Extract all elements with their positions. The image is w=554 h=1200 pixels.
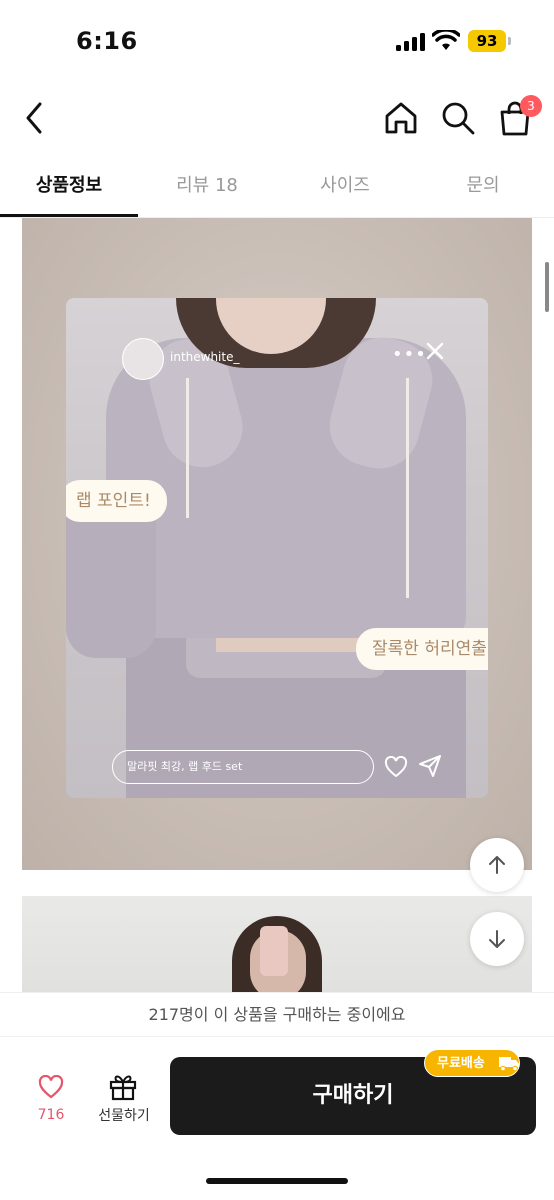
more-icon: ••• <box>392 344 427 365</box>
speech-bubble-wrap-point: 랩 포인트! <box>66 480 167 522</box>
instagram-story-capture: inthewhite_ ••• 랩 포인트! 잘록한 허리연출! 말라핏 최강,… <box>66 298 488 798</box>
scroll-up-button[interactable] <box>470 838 524 892</box>
story-username: inthewhite_ <box>170 350 240 364</box>
speech-bubble-waist: 잘록한 허리연출! <box>356 628 488 670</box>
scroll-down-button[interactable] <box>470 912 524 966</box>
arrow-up-icon <box>489 856 505 874</box>
story-message-field: 말라핏 최강, 랩 후드 set <box>112 750 374 784</box>
gift-label[interactable]: 선물하기 <box>90 1105 158 1125</box>
cart-count-badge: 3 <box>520 95 542 117</box>
purchase-notice: 217명이 이 상품을 구매하는 중이에요 <box>0 992 554 1036</box>
signal-icon <box>396 33 426 51</box>
product-image-1: inthewhite_ ••• 랩 포인트! 잘록한 허리연출! 말라핏 최강,… <box>22 218 532 870</box>
tab-size[interactable]: 사이즈 <box>276 156 414 218</box>
send-icon <box>419 755 441 777</box>
heart-icon <box>384 756 408 778</box>
like-count: 716 <box>37 1107 65 1123</box>
arrow-down-icon <box>489 930 505 948</box>
tab-inquiry[interactable]: 문의 <box>414 156 552 218</box>
battery-tip <box>508 37 511 45</box>
heart-icon[interactable] <box>38 1075 64 1099</box>
battery-level: 93 <box>468 30 506 52</box>
top-nav <box>0 80 554 156</box>
status-bar: 6:16 93 <box>0 0 554 80</box>
story-avatar <box>122 338 164 380</box>
tab-reviews[interactable]: 리뷰 18 <box>138 156 276 218</box>
scrollbar[interactable] <box>545 262 549 312</box>
home-indicator <box>206 1178 348 1184</box>
phone-shape <box>260 926 288 976</box>
home-icon[interactable] <box>382 100 420 136</box>
search-icon[interactable] <box>440 100 476 136</box>
drawstring-left <box>186 378 189 518</box>
wifi-icon <box>432 30 460 50</box>
gift-icon[interactable] <box>108 1071 138 1101</box>
drawstring-right <box>406 378 409 598</box>
active-tab-indicator <box>0 214 138 217</box>
waist-shape <box>216 638 376 652</box>
back-icon[interactable] <box>18 98 52 138</box>
status-time: 6:16 <box>76 27 138 55</box>
product-tabs: 상품정보 리뷰 18 사이즈 문의 <box>0 156 554 218</box>
tab-product-info[interactable]: 상품정보 <box>0 156 138 218</box>
product-image-2 <box>22 896 532 993</box>
truck-icon <box>499 1057 519 1072</box>
product-detail-content[interactable]: inthewhite_ ••• 랩 포인트! 잘록한 허리연출! 말라핏 최강,… <box>0 218 554 993</box>
bottom-action-bar: 716 선물하기 구매하기 무료배송 <box>0 1036 554 1200</box>
close-icon <box>426 342 444 360</box>
